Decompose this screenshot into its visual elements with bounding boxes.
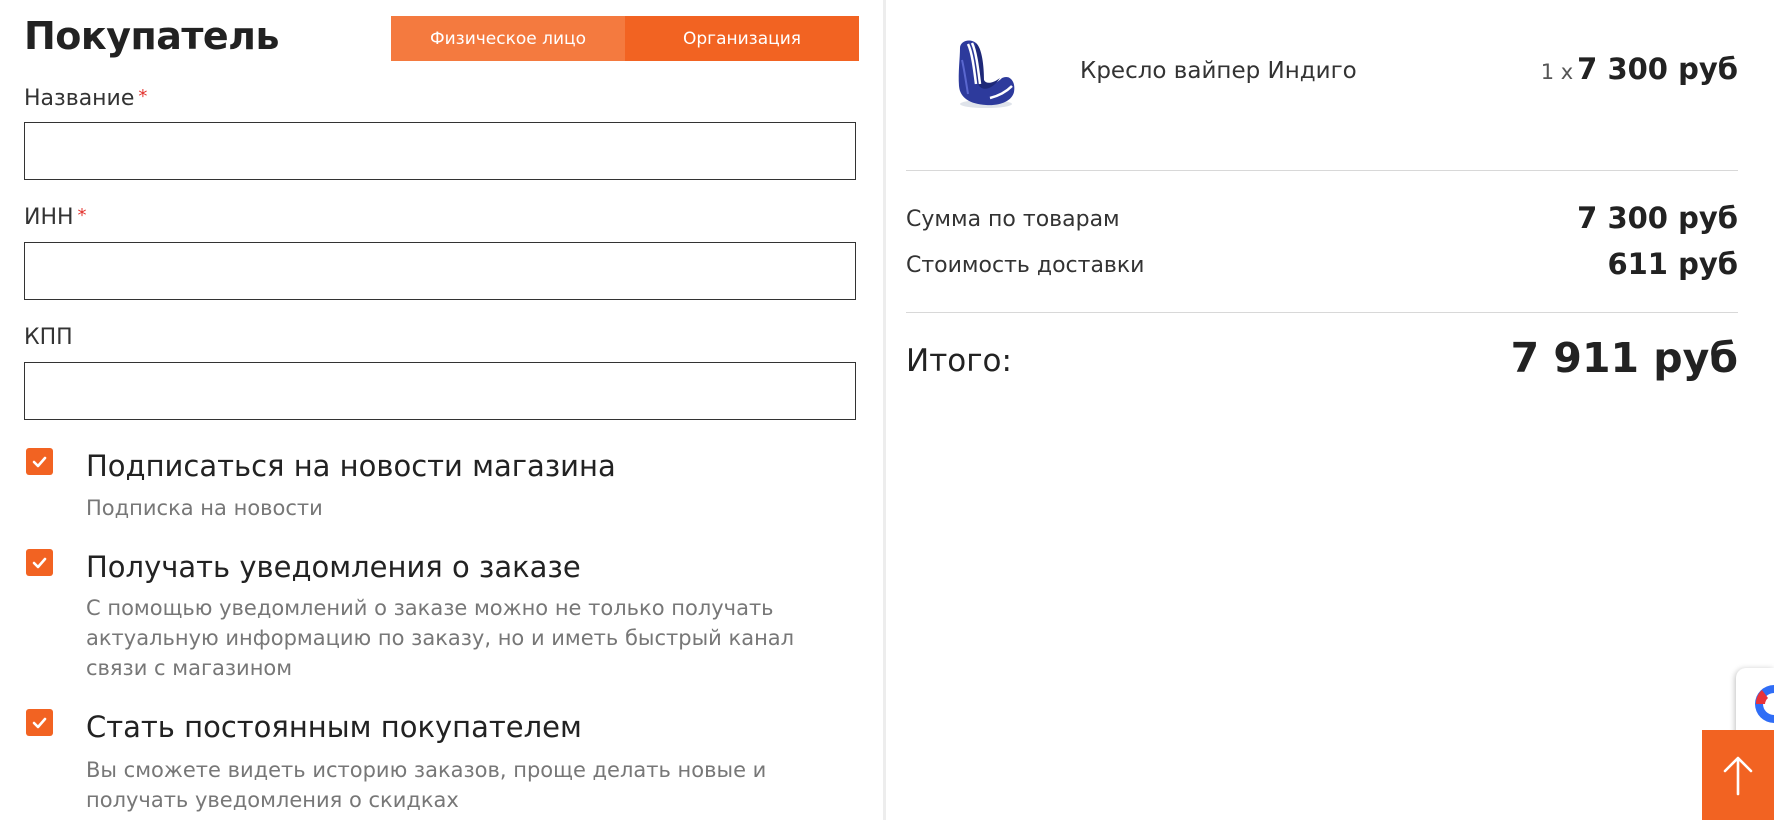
subscribe-news-title: Подписаться на новости магазина [86,449,616,483]
tab-individual[interactable]: Физическое лицо [391,16,625,61]
kpp-input[interactable] [25,363,855,419]
product-image[interactable] [946,38,1020,110]
product-price-value: 7 300 руб [1577,52,1738,86]
regular-customer-title: Стать постоянным покупателем [86,710,582,744]
subscribe-news-description: Подписка на новости [86,496,323,520]
armchair-image [958,40,1015,108]
inn-input[interactable] [25,243,855,299]
inn-field [24,242,856,300]
name-label-text: Название [24,86,135,111]
required-mark: * [138,86,148,107]
name-input[interactable] [25,123,855,179]
separator [906,312,1738,313]
goods-sum-value: 7 300 руб [1577,201,1738,235]
order-notifications-description: С помощью уведомлений о заказе можно не … [86,596,795,680]
cart-summary: Кресло вайпер Индиго 1 x7 300 руб Сумма … [886,0,1774,820]
check-icon [32,717,47,728]
total-value: 7 911 руб [1510,334,1738,382]
product-name[interactable]: Кресло вайпер Индиго [1080,58,1357,84]
name-field [24,122,856,180]
kpp-label: КПП [24,325,73,350]
delivery-cost-label: Стоимость доставки [906,253,1145,278]
inn-label: ИНН * [24,205,87,230]
subscribe-news-checkbox[interactable] [26,448,53,475]
name-label: Название * [24,86,147,111]
product-quantity: 1 x [1540,60,1574,84]
buyer-title: Покупатель [24,14,280,58]
buyer-type-tabs: Физическое лицо Организация [391,16,859,61]
separator [906,170,1738,171]
check-icon [32,557,47,568]
regular-customer-checkbox[interactable] [26,709,53,736]
scroll-to-top-button[interactable] [1702,730,1774,820]
check-icon [32,456,47,467]
product-price: 1 x7 300 руб [1541,52,1738,86]
order-notifications-title: Получать уведомления о заказе [86,550,581,584]
required-mark: * [77,205,87,226]
kpp-field [24,362,856,420]
kpp-label-text: КПП [24,325,73,350]
tab-organization[interactable]: Организация [625,16,859,61]
total-label: Итого: [906,343,1012,379]
order-notifications-checkbox[interactable] [26,549,53,576]
delivery-cost-value: 611 руб [1607,247,1738,281]
inn-label-text: ИНН [24,205,74,230]
goods-sum-label: Сумма по товарам [906,207,1120,232]
arrow-up-icon [1723,756,1753,796]
regular-customer-description: Вы сможете видеть историю заказов, проще… [86,758,767,812]
buyer-section: Покупатель Физическое лицо Организация Н… [0,0,884,820]
